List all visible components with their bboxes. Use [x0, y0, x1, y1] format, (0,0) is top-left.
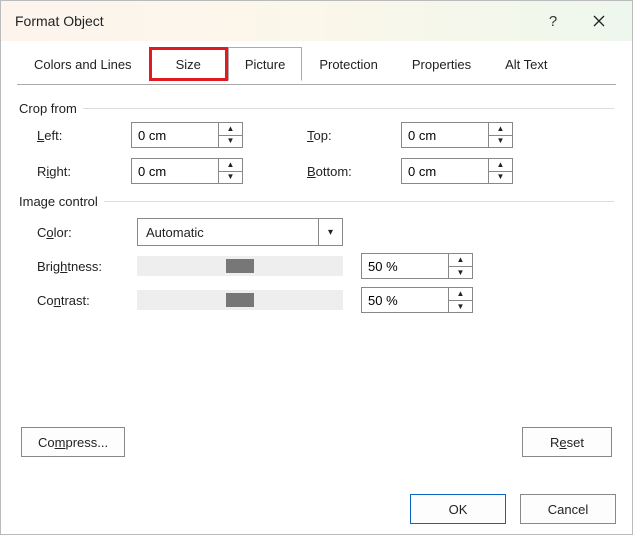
brightness-input[interactable]: ▲▼ [361, 253, 473, 279]
tab-strip: Colors and Lines Size Picture Protection… [17, 47, 616, 81]
crop-bottom-input[interactable]: ▲▼ [401, 158, 513, 184]
crop-left-input[interactable]: ▲▼ [131, 122, 243, 148]
spin-up-icon[interactable]: ▲ [489, 159, 512, 171]
spin-up-icon[interactable]: ▲ [489, 123, 512, 135]
close-button[interactable] [576, 1, 622, 41]
crop-right-field[interactable] [132, 159, 218, 183]
title-bar: Format Object ? [1, 1, 632, 41]
crop-left-label: Left: [37, 128, 131, 143]
spin-up-icon[interactable]: ▲ [219, 159, 242, 171]
dialog-window: Format Object ? Colors and Lines Size Pi… [0, 0, 633, 535]
close-icon [593, 15, 605, 27]
crop-right-input[interactable]: ▲▼ [131, 158, 243, 184]
spin-down-icon[interactable]: ▼ [449, 266, 472, 279]
crop-left-field[interactable] [132, 123, 218, 147]
tab-protection[interactable]: Protection [302, 47, 395, 81]
crop-from-label: Crop from [19, 101, 77, 116]
help-button[interactable]: ? [530, 1, 576, 41]
crop-from-group: Crop from [19, 101, 614, 116]
ok-button[interactable]: OK [410, 494, 506, 524]
dialog-footer: OK Cancel [410, 494, 616, 524]
image-control-group: Image control [19, 194, 614, 209]
brightness-label: Brightness: [37, 259, 137, 274]
color-select[interactable]: Automatic ▾ [137, 218, 343, 246]
tab-properties[interactable]: Properties [395, 47, 488, 81]
spin-down-icon[interactable]: ▼ [449, 300, 472, 313]
color-value: Automatic [138, 225, 212, 240]
spin-down-icon[interactable]: ▼ [219, 171, 242, 184]
spin-up-icon[interactable]: ▲ [449, 288, 472, 300]
spin-down-icon[interactable]: ▼ [489, 171, 512, 184]
image-controls: Color: Automatic ▾ Brightness: ▲▼ [37, 215, 614, 317]
slider-thumb[interactable] [226, 293, 254, 307]
tab-panel: Crop from Left: ▲▼ Top: ▲▼ Right: [17, 85, 616, 463]
spinner-buttons[interactable]: ▲▼ [488, 159, 512, 183]
chevron-down-icon[interactable]: ▾ [318, 219, 342, 245]
panel-button-row: Compress... Reset [17, 427, 616, 457]
brightness-slider[interactable] [137, 256, 343, 276]
divider [83, 108, 614, 109]
tab-alttext[interactable]: Alt Text [488, 47, 564, 81]
cancel-button[interactable]: Cancel [520, 494, 616, 524]
spinner-buttons[interactable]: ▲▼ [218, 159, 242, 183]
crop-top-field[interactable] [402, 123, 488, 147]
contrast-label: Contrast: [37, 293, 137, 308]
crop-bottom-field[interactable] [402, 159, 488, 183]
contrast-slider[interactable] [137, 290, 343, 310]
spinner-buttons[interactable]: ▲▼ [488, 123, 512, 147]
contrast-field[interactable] [362, 288, 448, 312]
dialog-title: Format Object [15, 13, 530, 29]
color-label: Color: [37, 225, 137, 240]
slider-thumb[interactable] [226, 259, 254, 273]
spin-up-icon[interactable]: ▲ [219, 123, 242, 135]
brightness-field[interactable] [362, 254, 448, 278]
contrast-input[interactable]: ▲▼ [361, 287, 473, 313]
crop-top-label: Top: [307, 128, 401, 143]
content-area: Colors and Lines Size Picture Protection… [1, 41, 632, 463]
crop-grid: Left: ▲▼ Top: ▲▼ Right: ▲▼ Bottom: [37, 122, 614, 184]
spin-down-icon[interactable]: ▼ [489, 135, 512, 148]
divider [104, 201, 614, 202]
tab-picture[interactable]: Picture [228, 47, 302, 81]
spinner-buttons[interactable]: ▲▼ [218, 123, 242, 147]
crop-bottom-label: Bottom: [307, 164, 401, 179]
image-control-label: Image control [19, 194, 98, 209]
spin-down-icon[interactable]: ▼ [219, 135, 242, 148]
compress-button[interactable]: Compress... [21, 427, 125, 457]
tab-size[interactable]: Size [149, 47, 228, 81]
spin-up-icon[interactable]: ▲ [449, 254, 472, 266]
tab-colors-lines[interactable]: Colors and Lines [17, 47, 149, 81]
reset-button[interactable]: Reset [522, 427, 612, 457]
crop-top-input[interactable]: ▲▼ [401, 122, 513, 148]
crop-right-label: Right: [37, 164, 131, 179]
